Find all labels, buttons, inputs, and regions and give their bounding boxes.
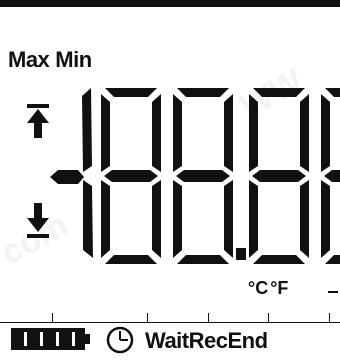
arrow-down-icon [27,203,49,238]
fahrenheit-label: °F [270,278,289,298]
scale-line [0,322,340,323]
clock-icon [106,326,134,354]
unit-labels: °C °F [248,278,288,299]
decimal-point [236,248,246,260]
wait-label: Wait [145,328,189,353]
recording-status: WaitRecEnd [145,328,268,354]
end-label: End [227,328,268,353]
top-border [0,0,340,7]
scale-tick [329,313,330,323]
digit-1 [82,88,93,258]
lcd-display: WW com Max Min °C °F WaitRecEnd [0,0,340,363]
battery-icon [11,328,90,350]
dash-mark [328,291,338,293]
segment-display [27,88,340,264]
digit-5 [321,88,340,264]
max-min-indicators: Max Min [8,47,92,73]
celsius-label: °C [248,278,269,298]
scale-tick [52,313,53,323]
arrow-up-icon [27,104,49,138]
scale-tick [268,313,269,323]
min-label: Min [55,47,92,72]
rec-label: Rec [188,328,228,353]
digit-4 [249,88,309,264]
digit-3 [173,88,233,264]
minus-icon [50,170,84,184]
max-label: Max [8,47,50,72]
digit-2 [101,88,161,264]
scale-tick [147,313,148,323]
scale-tick [208,313,209,323]
